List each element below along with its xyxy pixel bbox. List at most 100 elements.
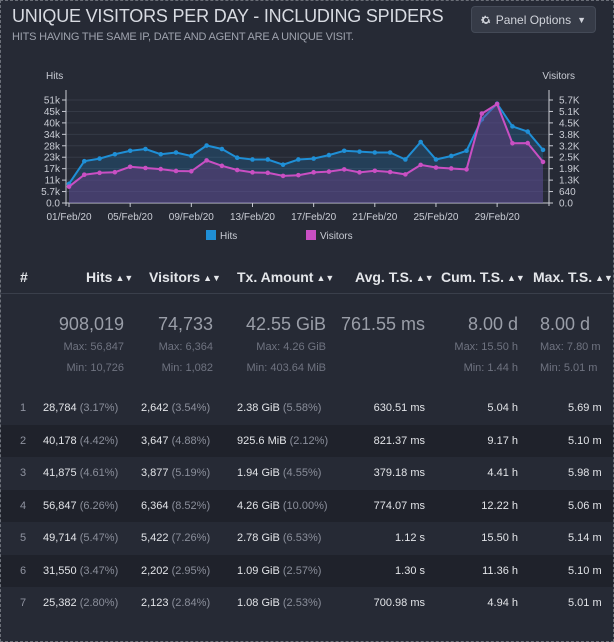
row-visitors: 5,422 (7.26%): [141, 532, 210, 544]
row-cum: 15.50 h: [481, 532, 518, 544]
row-tx-value: 1.09 GiB: [237, 564, 280, 577]
row-hits: 40,178 (4.42%): [43, 435, 118, 447]
row-visitors-value: 3,877: [141, 467, 169, 479]
visitors-point: [265, 170, 271, 176]
row-tx-pct: (5.58%): [282, 402, 322, 414]
row-hits-pct: (3.17%): [79, 402, 119, 414]
row-tx: 2.38 GiB (5.58%): [237, 402, 321, 414]
row-hits-value: 56,847: [43, 499, 77, 512]
sort-icon: ▲▼: [595, 273, 613, 283]
hits-point: [265, 157, 271, 162]
summary-max: 8.00 d Max: 7.80 m Min: 5.01 m: [540, 314, 601, 374]
table-row[interactable]: 3 41,875 (4.61%) 3,877 (5.19%) 1.94 GiB (4.…: [0, 457, 614, 490]
left-tick-label: 0.0: [46, 199, 60, 210]
left-axis-label: Hits: [46, 71, 63, 82]
summary-hits: 908,019 Max: 56,847 Min: 10,726: [59, 314, 124, 374]
hits-point: [296, 157, 301, 162]
visitors-point: [357, 170, 362, 175]
summary-cum-min: Min: 1.44 h: [463, 362, 518, 374]
right-tick-label: 5.7K: [559, 96, 580, 107]
table-row[interactable]: 1 28,784 (3.17%) 2,642 (3.54%) 2.38 GiB (5.…: [0, 392, 614, 425]
visitors-point: [341, 167, 347, 172]
summary-visitors: 74,733 Max: 6,364 Min: 1,082: [158, 314, 213, 374]
row-cum: 11.36 h: [482, 564, 518, 577]
row-hits-pct: (2.80%): [79, 597, 119, 609]
row-hits-value: 28,784: [43, 402, 77, 414]
left-tick-label: 28k: [44, 141, 61, 152]
summary-tx-total: 42.55 GiB: [245, 314, 326, 334]
row-hits-value: 31,550: [43, 564, 77, 577]
visitors-point: [66, 184, 72, 189]
summary-avg-total: 761.55 ms: [340, 314, 425, 334]
panel-options-button[interactable]: Panel Options ▼: [470, 6, 596, 33]
summary-hits-max: Max: 56,847: [63, 341, 124, 353]
visitors-point: [464, 167, 469, 172]
row-max: 5.10 m: [568, 434, 602, 447]
summary-tx-min: Min: 403.64 MiB: [246, 362, 326, 374]
row-avg: 1.30 s: [395, 564, 425, 577]
col-header-hits[interactable]: Hits ▲▼: [86, 269, 133, 285]
col-header-cum-label: Cum. T.S.: [441, 269, 505, 285]
visitors-point: [112, 169, 118, 175]
row-visitors-pct: (3.54%): [171, 402, 211, 414]
summary-max-max: Max: 7.80 m: [540, 341, 601, 353]
row-tx-pct: (6.53%): [282, 532, 322, 544]
row-visitors-value: 5,422: [141, 532, 169, 544]
row-cum: 4.94 h: [487, 597, 518, 609]
row-hits: 56,847 (6.26%): [43, 500, 118, 512]
panel-options-label: Panel Options: [495, 12, 572, 27]
col-header-avg-ts[interactable]: Avg. T.S. ▲▼: [355, 269, 434, 285]
right-axis-label: Visitors: [542, 71, 575, 82]
visitors-point: [189, 168, 194, 174]
hits-point: [173, 150, 179, 155]
col-header-cum-ts[interactable]: Cum. T.S. ▲▼: [441, 269, 525, 285]
visitors-point: [372, 168, 378, 174]
col-header-max-ts[interactable]: Max. T.S. ▲▼: [533, 269, 613, 285]
row-visitors-pct: (4.88%): [171, 434, 211, 447]
row-hits-pct: (5.47%): [79, 532, 119, 544]
right-tick-label: 3.8K: [559, 130, 580, 141]
row-index: 1: [20, 402, 27, 414]
visitors-point: [219, 163, 225, 169]
table-row[interactable]: 2 40,178 (4.42%) 3,647 (4.88%) 925.6 MiB (2…: [0, 424, 614, 457]
row-tx-pct: (4.55%): [282, 467, 322, 479]
row-hits: 25,382 (2.80%): [43, 597, 118, 609]
gear-icon: [480, 15, 491, 24]
hits-point: [372, 150, 378, 155]
x-tick-label: 17/Feb/20: [291, 212, 336, 223]
col-header-tx-label: Tx. Amount: [237, 269, 314, 285]
table-row[interactable]: 4 56,847 (6.26%) 6,364 (8.52%) 4.26 GiB (10…: [0, 489, 614, 522]
row-index: 2: [20, 434, 27, 447]
row-hits: 28,784 (3.17%): [43, 402, 118, 414]
row-max: 5.10 m: [568, 564, 602, 577]
sort-icon: ▲▼: [415, 273, 434, 283]
table-row[interactable]: 7 25,382 (2.80%) 2,123 (2.84%) 1.08 GiB (2.…: [0, 587, 614, 620]
row-avg: 774.07 ms: [373, 499, 425, 512]
row-cum: 4.41 h: [487, 467, 518, 479]
row-tx-value: 4.26 GiB: [237, 499, 280, 512]
col-header-visitors[interactable]: Visitors ▲▼: [149, 269, 221, 285]
row-tx-value: 1.08 GiB: [237, 597, 280, 609]
row-tx-pct: (2.57%): [282, 564, 322, 577]
table-header: # Hits ▲▼ Visitors ▲▼ Tx. Amount ▲▼ Avg. T.…: [0, 262, 614, 294]
row-tx: 925.6 MiB (2.12%): [237, 435, 328, 447]
hits-point: [204, 143, 209, 148]
visitors-point: [250, 170, 255, 175]
table-row[interactable]: 5 49,714 (5.47%) 5,422 (7.26%) 2.78 GiB (6.…: [0, 522, 614, 555]
hits-point: [464, 148, 469, 154]
col-header-tx-amount[interactable]: Tx. Amount ▲▼: [237, 269, 334, 285]
row-visitors-pct: (2.95%): [171, 564, 211, 577]
left-tick-label: 17k: [44, 164, 61, 175]
chart-svg: Hits Visitors 51k 5.7K 45k 5.1K 40k 4.5K 34k 3.8K…: [41, 71, 580, 242]
row-avg: 1.12 s: [395, 532, 425, 544]
row-cum: 5.04 h: [487, 402, 518, 414]
x-tick-label: 25/Feb/20: [413, 212, 458, 223]
sort-icon: ▲▼: [203, 273, 221, 283]
table-row[interactable]: 6 31,550 (3.47%) 2,202 (2.95%) 1.09 GiB (2.…: [0, 554, 614, 587]
hits-point: [510, 124, 515, 129]
row-cum: 9.17 h: [487, 434, 518, 447]
row-visitors-pct: (2.84%): [171, 597, 211, 609]
row-max: 5.98 m: [568, 467, 602, 479]
hits-point: [143, 146, 148, 152]
table-body: 1 28,784 (3.17%) 2,642 (3.54%) 2.38 GiB (5.…: [0, 392, 614, 620]
